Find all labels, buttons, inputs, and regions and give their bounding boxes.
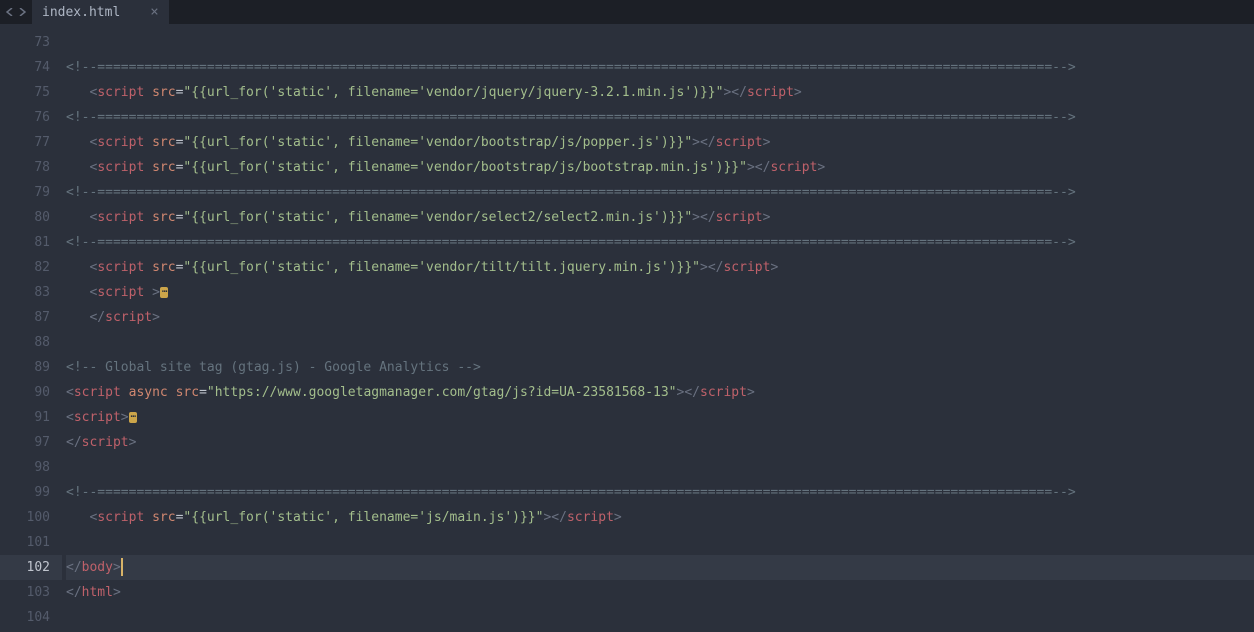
- code-line[interactable]: <script src="{{url_for('static', filenam…: [66, 505, 1254, 530]
- code-line[interactable]: <script async src="https://www.googletag…: [66, 380, 1254, 405]
- line-number: 78: [0, 155, 50, 180]
- code-line[interactable]: <!--====================================…: [66, 55, 1254, 80]
- line-number: 73: [0, 30, 50, 55]
- line-number: 100: [0, 505, 50, 530]
- code-line[interactable]: </html>: [66, 580, 1254, 605]
- code-line[interactable]: [66, 605, 1254, 630]
- editor[interactable]: 7374757677787980818283878889909197989910…: [0, 24, 1254, 632]
- code-line[interactable]: <script >⋯: [66, 280, 1254, 305]
- code-line[interactable]: <script src="{{url_for('static', filenam…: [66, 255, 1254, 280]
- code-line[interactable]: [66, 30, 1254, 55]
- line-number: 74: [0, 55, 50, 80]
- code-line[interactable]: <!--====================================…: [66, 480, 1254, 505]
- fold-marker-icon[interactable]: ⋯: [129, 412, 137, 423]
- nav-back-icon[interactable]: [4, 0, 16, 24]
- line-number: 99: [0, 480, 50, 505]
- nav-forward-icon[interactable]: [16, 0, 28, 24]
- line-number: 102: [0, 555, 62, 580]
- tab-filename: index.html: [42, 5, 120, 20]
- code-line[interactable]: <script>⋯: [66, 405, 1254, 430]
- line-number: 101: [0, 530, 50, 555]
- line-number: 87: [0, 305, 50, 330]
- nav-arrows: [0, 0, 32, 24]
- code-line[interactable]: </script>: [66, 430, 1254, 455]
- line-number: 104: [0, 605, 50, 630]
- code-line[interactable]: <!--====================================…: [66, 180, 1254, 205]
- code-line[interactable]: </script>: [66, 305, 1254, 330]
- gutter: 7374757677787980818283878889909197989910…: [0, 24, 62, 632]
- line-number: 91: [0, 405, 50, 430]
- line-number: 75: [0, 80, 50, 105]
- tab-close-icon[interactable]: ×: [150, 4, 158, 20]
- code-line[interactable]: <!--====================================…: [66, 230, 1254, 255]
- line-number: 82: [0, 255, 50, 280]
- line-number: 103: [0, 580, 50, 605]
- line-number: 89: [0, 355, 50, 380]
- tab-bar: index.html ×: [0, 0, 1254, 24]
- code-line[interactable]: <script src="{{url_for('static', filenam…: [66, 155, 1254, 180]
- line-number: 76: [0, 105, 50, 130]
- fold-marker-icon[interactable]: ⋯: [160, 287, 168, 298]
- line-number: 79: [0, 180, 50, 205]
- code-line[interactable]: <script src="{{url_for('static', filenam…: [66, 80, 1254, 105]
- line-number: 97: [0, 430, 50, 455]
- line-number: 77: [0, 130, 50, 155]
- code-line[interactable]: </body>: [66, 555, 1254, 580]
- code-line[interactable]: [66, 330, 1254, 355]
- tab-active[interactable]: index.html ×: [32, 0, 169, 24]
- code-line[interactable]: <script src="{{url_for('static', filenam…: [66, 205, 1254, 230]
- code-line[interactable]: [66, 455, 1254, 480]
- code-line[interactable]: [66, 530, 1254, 555]
- line-number: 90: [0, 380, 50, 405]
- code-area[interactable]: <!--====================================…: [62, 24, 1254, 632]
- line-number: 81: [0, 230, 50, 255]
- line-number: 83: [0, 280, 50, 305]
- code-line[interactable]: <!-- Global site tag (gtag.js) - Google …: [66, 355, 1254, 380]
- cursor: [121, 558, 123, 576]
- line-number: 80: [0, 205, 50, 230]
- code-line[interactable]: <script src="{{url_for('static', filenam…: [66, 130, 1254, 155]
- line-number: 88: [0, 330, 50, 355]
- code-line[interactable]: <!--====================================…: [66, 105, 1254, 130]
- line-number: 98: [0, 455, 50, 480]
